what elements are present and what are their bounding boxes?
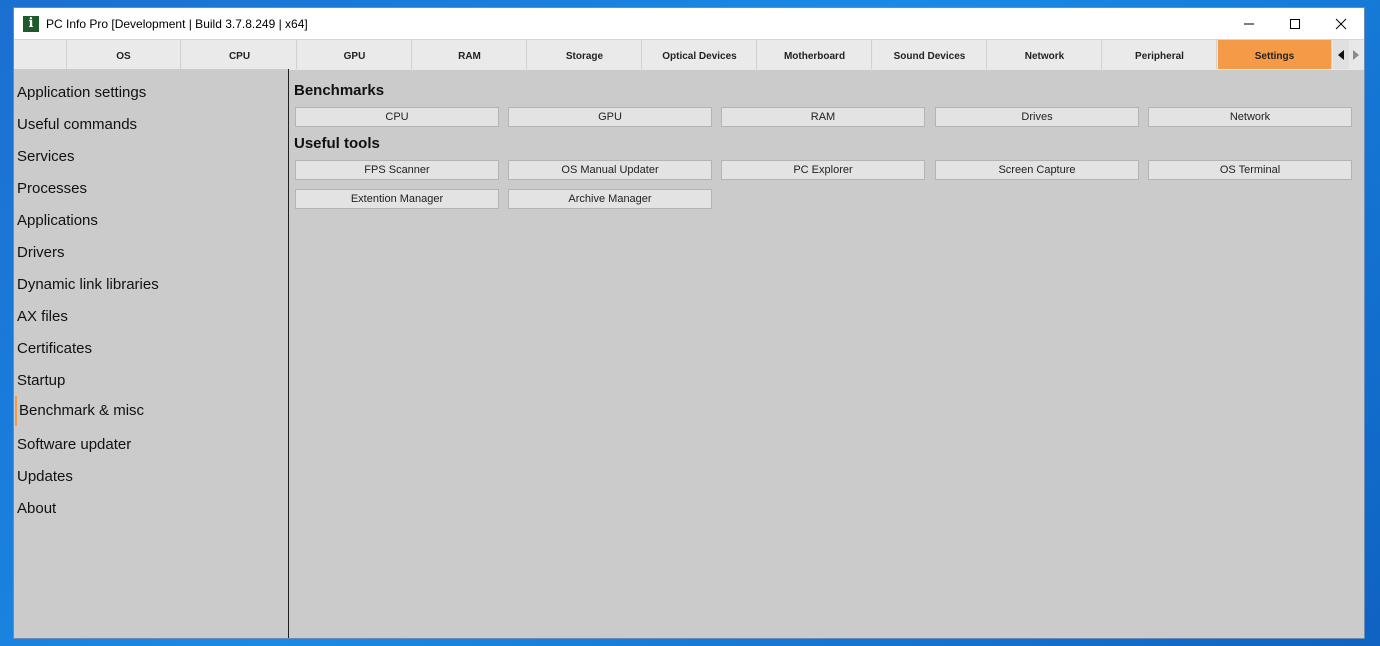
tab-gpu[interactable]: GPU (298, 40, 412, 69)
window-controls (1226, 8, 1364, 39)
window-title: PC Info Pro [Development | Build 3.7.8.2… (46, 16, 308, 31)
maximize-icon (1290, 18, 1300, 29)
tab-motherboard[interactable]: Motherboard (758, 40, 872, 69)
benchmark-drives-button[interactable]: Drives (935, 107, 1139, 127)
os-manual-updater-button[interactable]: OS Manual Updater (508, 160, 712, 180)
benchmark-gpu-button[interactable]: GPU (508, 107, 712, 127)
tab-scroll-right-button[interactable] (1348, 40, 1364, 69)
sidebar-item-applications[interactable]: Applications (17, 212, 98, 229)
sidebar-item-drivers[interactable]: Drivers (17, 244, 65, 261)
tab-sound-devices[interactable]: Sound Devices (873, 40, 987, 69)
app-window: i PC Info Pro [Development | Build 3.7.8… (14, 8, 1364, 638)
os-terminal-button[interactable]: OS Terminal (1148, 160, 1352, 180)
pc-explorer-button[interactable]: PC Explorer (721, 160, 925, 180)
sidebar-item-dynamic-link-libraries[interactable]: Dynamic link libraries (17, 276, 159, 293)
tab-settings[interactable]: Settings (1218, 40, 1332, 69)
tab-truncated[interactable]: n (14, 40, 67, 69)
minimize-icon (1244, 23, 1254, 24)
minimize-button[interactable] (1226, 8, 1272, 39)
sidebar-item-useful-commands[interactable]: Useful commands (17, 116, 137, 133)
close-icon (1335, 18, 1347, 29)
sidebar-item-services[interactable]: Services (17, 148, 75, 165)
tab-storage[interactable]: Storage (528, 40, 642, 69)
close-button[interactable] (1318, 8, 1364, 39)
sidebar-item-certificates[interactable]: Certificates (17, 340, 92, 357)
screen-capture-button[interactable]: Screen Capture (935, 160, 1139, 180)
tab-os[interactable]: OS (67, 40, 181, 69)
sidebar-item-startup[interactable]: Startup (17, 372, 65, 389)
tab-optical-devices[interactable]: Optical Devices (643, 40, 757, 69)
sidebar-item-ax-files[interactable]: AX files (17, 308, 68, 325)
fps-scanner-button[interactable]: FPS Scanner (295, 160, 499, 180)
title-bar[interactable]: i PC Info Pro [Development | Build 3.7.8… (14, 8, 1364, 39)
sidebar-item-benchmark-misc[interactable]: Benchmark & misc (15, 396, 144, 426)
sidebar-item-updates[interactable]: Updates (17, 468, 73, 485)
benchmark-cpu-button[interactable]: CPU (295, 107, 499, 127)
benchmark-ram-button[interactable]: RAM (721, 107, 925, 127)
extention-manager-button[interactable]: Extention Manager (295, 189, 499, 209)
settings-sidebar: Application settings Useful commands Ser… (14, 69, 289, 638)
tab-peripheral[interactable]: Peripheral (1103, 40, 1217, 69)
sidebar-item-application-settings[interactable]: Application settings (17, 84, 146, 101)
caret-left-icon (1338, 49, 1344, 60)
archive-manager-button[interactable]: Archive Manager (508, 189, 712, 209)
sidebar-item-about[interactable]: About (17, 500, 56, 517)
tab-ram[interactable]: RAM (413, 40, 527, 69)
content-panel: Benchmarks CPU GPU RAM Drives Network Us… (289, 69, 1364, 638)
main-tab-bar: n OS CPU GPU RAM Storage Optical Devices… (14, 39, 1364, 70)
caret-right-icon (1353, 49, 1359, 60)
useful-tools-heading: Useful tools (294, 135, 380, 152)
tab-network[interactable]: Network (988, 40, 1102, 69)
maximize-button[interactable] (1272, 8, 1318, 39)
app-icon: i (23, 15, 39, 32)
benchmarks-heading: Benchmarks (294, 82, 385, 99)
tab-scroll-left-button[interactable] (1333, 40, 1349, 69)
benchmark-network-button[interactable]: Network (1148, 107, 1352, 127)
tab-cpu[interactable]: CPU (183, 40, 297, 69)
sidebar-item-processes[interactable]: Processes (17, 180, 87, 197)
sidebar-item-software-updater[interactable]: Software updater (17, 436, 131, 453)
